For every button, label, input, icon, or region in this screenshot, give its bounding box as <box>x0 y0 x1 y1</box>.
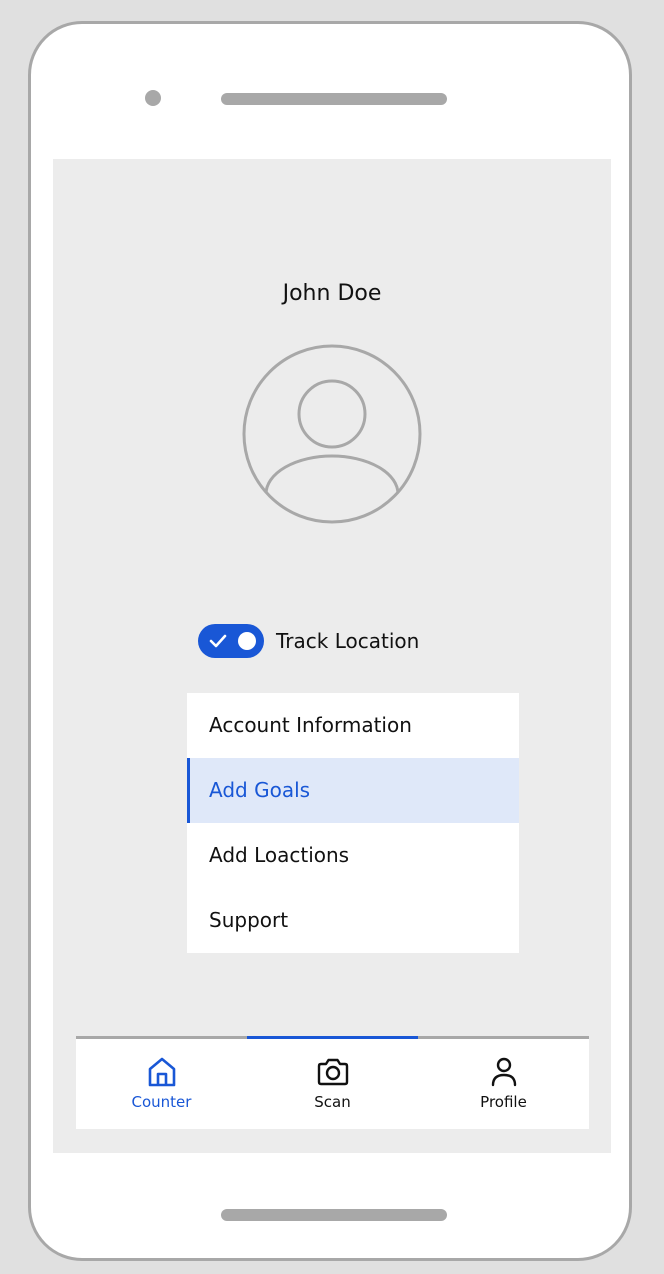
nav-label-scan: Scan <box>314 1093 351 1111</box>
phone-frame: John Doe Track Location Account Informat… <box>28 21 632 1261</box>
camera-icon <box>317 1058 348 1086</box>
nav-label-counter: Counter <box>131 1093 192 1111</box>
nav-item-scan[interactable]: Scan <box>247 1036 418 1129</box>
app-screen: John Doe Track Location Account Informat… <box>53 159 611 1153</box>
home-icon <box>148 1057 175 1087</box>
user-avatar-icon[interactable] <box>242 344 422 524</box>
toggle-knob <box>238 632 256 650</box>
earpiece-speaker <box>221 93 447 105</box>
person-icon <box>491 1057 516 1087</box>
nav-item-profile[interactable]: Profile <box>418 1039 589 1129</box>
menu-item-support[interactable]: Support <box>187 888 519 953</box>
nav-label-profile: Profile <box>480 1093 527 1111</box>
track-location-label: Track Location <box>276 629 420 653</box>
bottom-navigation: Counter Scan Profile <box>76 1036 589 1129</box>
profile-menu: Account Information Add Goals Add Loacti… <box>187 693 519 953</box>
track-location-row: Track Location <box>198 624 419 658</box>
front-camera <box>145 90 161 106</box>
checkmark-icon <box>209 634 227 648</box>
home-indicator <box>221 1209 447 1221</box>
menu-item-add-locations[interactable]: Add Loactions <box>187 823 519 888</box>
nav-item-counter[interactable]: Counter <box>76 1039 247 1129</box>
track-location-toggle[interactable] <box>198 624 264 658</box>
user-name: John Doe <box>282 281 382 306</box>
menu-item-account-information[interactable]: Account Information <box>187 693 519 758</box>
menu-item-add-goals[interactable]: Add Goals <box>187 758 519 823</box>
